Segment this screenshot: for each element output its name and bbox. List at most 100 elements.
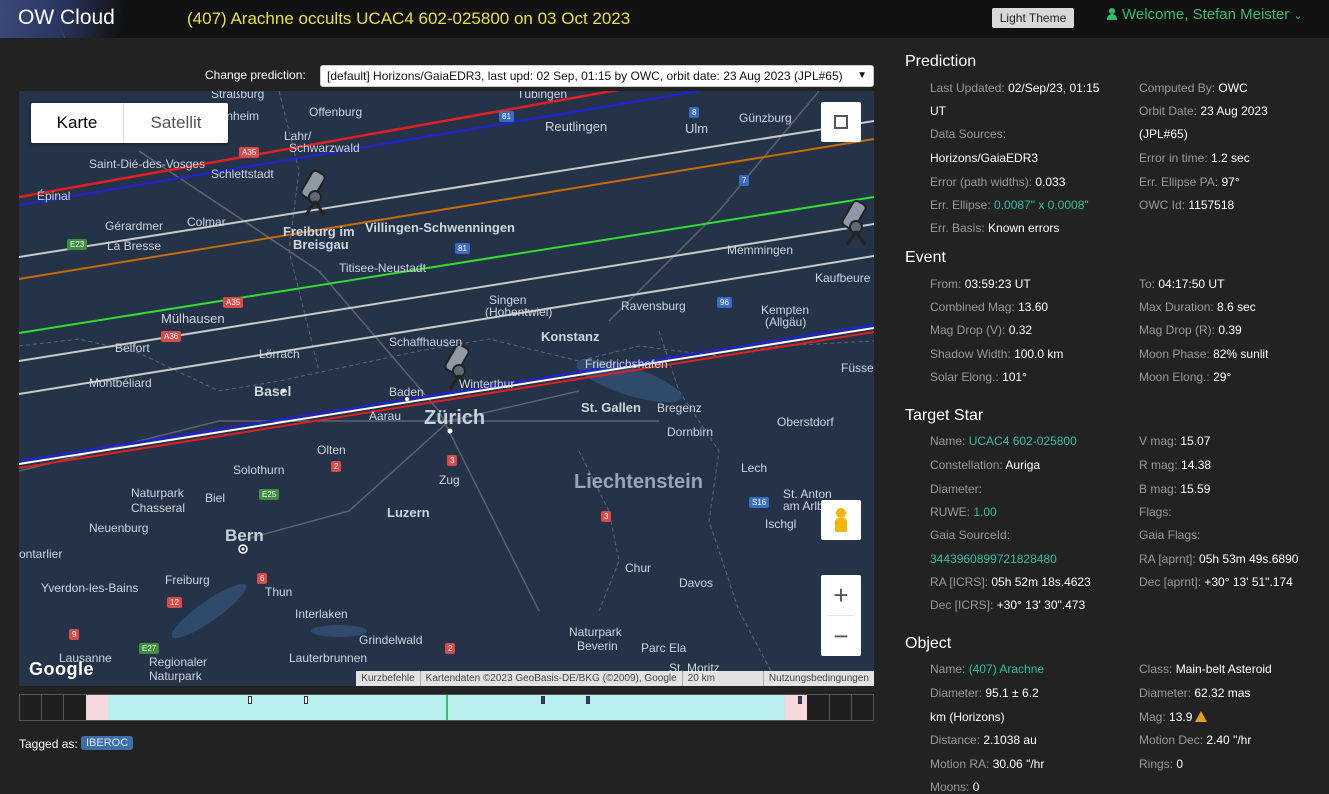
gaia-source-label: Gaia SourceId: [930,528,1011,542]
last-updated-field: Last Updated: 02/Sep/23, 01:15 [930,81,1100,95]
map-label: Naturpark [569,625,622,639]
map-label: Konstanz [541,329,600,344]
road-shield: 9 [69,629,80,640]
map-label: Belfort [115,341,150,355]
fullscreen-button[interactable] [821,102,861,142]
map-type-karte-button[interactable]: Karte [31,103,123,143]
map-label: Schaffhausen [389,335,463,349]
combined-mag-field: Combined Mag: 13.60 [930,300,1049,314]
welcome-text: Welcome, Stefan Meister [1122,6,1290,23]
owc-id-field: OWC Id: 1157518 [1139,198,1235,212]
road-shield: 8 [689,107,700,118]
map-label: Naturpark [149,669,202,683]
street-view-pegman-button[interactable] [821,500,861,540]
mag-drop-r-field: Mag Drop (R): 0.39 [1139,323,1242,337]
road-shield: 2 [445,643,456,654]
timeline-station-marker[interactable] [304,696,308,704]
keyboard-shortcuts-link[interactable]: Kurzbefehle [356,671,419,686]
map-label: Lörrach [259,347,300,361]
map-label: Zürich [424,407,486,429]
map-label: Lauterbrunnen [289,651,368,665]
fullscreen-icon-corner [834,122,841,129]
change-prediction-label: Change prediction: [205,68,306,82]
road-shield: A36 [161,331,182,342]
zoom-control: + − [821,575,861,656]
solar-elong-field: Solar Elong.: 101° [930,370,1027,384]
fullscreen-icon-corner [841,122,848,129]
map-label: Interlaken [295,607,348,621]
timeline-station-marker[interactable] [798,696,802,704]
zoom-in-button[interactable]: + [821,575,861,615]
shadow-width-field: Shadow Width: 100.0 km [930,347,1064,361]
timeline-station-marker[interactable] [541,696,545,704]
map-label: Schwarzwald [289,141,360,155]
map-label: Parc Ela [641,641,687,655]
last-updated-ut: UT [930,104,946,118]
map-label: Yverdon-les-Bains [41,581,139,595]
road-shield: E27 [139,643,160,654]
pegman-icon-body [835,518,847,532]
map-label: Chasseral [131,501,186,515]
map-scale[interactable]: 20 km [681,671,763,686]
map-type-satellit-button[interactable]: Satellit [123,103,228,143]
map-label: (Hohentwiel) [485,305,553,319]
map-label: Günzburg [739,111,792,125]
event-timeline[interactable] [19,694,874,721]
user-menu[interactable]: Welcome, Stefan Meister ⌄ [1107,6,1303,23]
tag-badge[interactable]: IBEROC [81,736,134,750]
chevron-down-icon: ▼ [857,70,867,81]
road-shield: 3 [447,455,458,466]
pegman-icon [836,508,846,518]
observer-telescope-icon[interactable] [839,197,874,247]
timeline-station-marker[interactable] [586,696,590,704]
road-shield: 3 [601,511,612,522]
map-label: Breisgau [293,237,349,252]
road-shield: A35 [223,297,244,308]
observer-telescope-icon[interactable] [298,167,334,217]
map-label: Ravensburg [621,299,686,313]
map-label: Davos [679,576,714,590]
fullscreen-icon-corner [841,115,848,122]
zoom-out-button[interactable]: − [821,616,861,656]
fullscreen-icon [834,115,841,122]
computed-by-field: Computed By: OWC [1139,81,1248,95]
terms-link[interactable]: Nutzungsbedingungen [762,671,874,686]
map-label: Bern [225,526,264,545]
map-label: Villingen-Schwenningen [365,220,515,235]
map-label: Zug [439,473,460,487]
object-section-title: Object [905,635,952,652]
dec-aprnt-field: Dec [aprnt]: +30° 13' 51".174 [1139,575,1293,589]
google-logo[interactable]: Google [29,659,94,680]
light-theme-button[interactable]: Light Theme [992,8,1074,28]
road-shield: E23 [67,239,88,250]
map-data-text: Kartendaten ©2023 GeoBasis-DE/BKG (©2009… [419,671,682,686]
map-label: Saint-Dié-des-Vosges [89,157,206,171]
mag-drop-v-field: Mag Drop (V): 0.32 [930,323,1033,337]
app-brand[interactable]: OW Cloud [18,6,115,30]
map-label: Naturpark [131,486,184,500]
timeline-station-marker[interactable] [248,696,252,704]
map-label: Oberstdorf [777,415,834,429]
map-label: Schlettstadt [211,167,274,181]
prediction-section-title: Prediction [905,53,977,70]
map-label: Regionaler [149,655,208,669]
map-label: Gérardmer [105,219,164,233]
object-distance-field: Distance: 2.1038 au [930,733,1037,747]
road-shield: 81 [499,111,514,122]
map-label: Reutlingen [545,119,608,134]
map-label: Aarau [369,409,402,423]
object-diameter-source: km (Horizons) [930,710,1005,724]
map-view[interactable]: Straßburg Offenburg Tübingen Reutlingen … [19,91,874,686]
map-label: Bregenz [657,401,702,415]
map-label: Memmingen [727,243,794,257]
road-shield: A35 [239,147,260,158]
map-label: Baden [389,385,424,399]
prediction-select[interactable]: [default] Horizons/GaiaEDR3, last upd: 0… [320,65,874,87]
map-label: St. Gallen [581,400,641,415]
err-pa-field: Err. Ellipse PA: 97° [1139,175,1240,189]
map-label: Épinal [37,189,71,203]
warning-icon[interactable] [1195,711,1208,722]
map-label: Freiburg [165,573,210,587]
map-label: Straßburg [211,91,265,101]
timeline-center-marker [446,695,448,720]
